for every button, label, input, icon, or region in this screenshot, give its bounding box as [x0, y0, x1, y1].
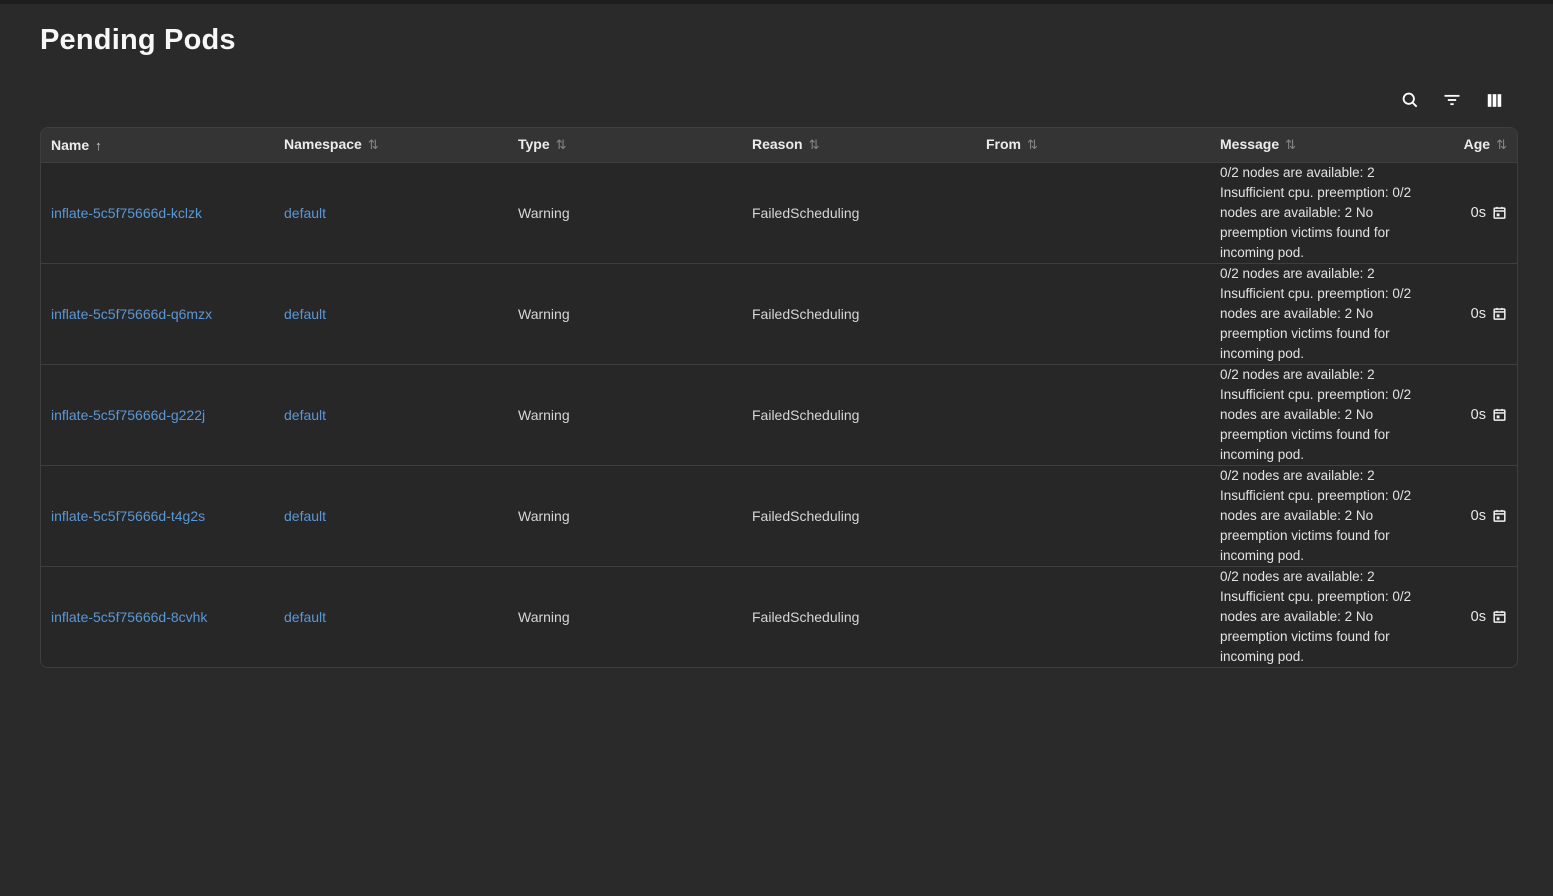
top-edge-strip [0, 0, 1553, 4]
message-cell: 0/2 nodes are available: 2 Insufficient … [1220, 466, 1430, 566]
filter-list-icon [1442, 90, 1462, 110]
calendar-icon [1492, 205, 1507, 220]
namespace-link[interactable]: default [284, 205, 326, 221]
age-cell-wrap: 0s [1450, 508, 1507, 524]
type-cell: Warning [518, 306, 570, 322]
reason-cell: FailedScheduling [752, 407, 859, 423]
table-header-row: Name ↑ Namespace ⇅ Type ⇅ Reason ⇅ From ⇅ Mes… [41, 128, 1518, 162]
search-button[interactable] [1396, 87, 1424, 113]
namespace-link[interactable]: default [284, 306, 326, 322]
type-cell: Warning [518, 205, 570, 221]
column-header-message[interactable]: Message ⇅ [1210, 128, 1440, 162]
namespace-link[interactable]: default [284, 407, 326, 423]
pod-name-link[interactable]: inflate-5c5f75666d-8cvhk [51, 609, 207, 625]
namespace-link[interactable]: default [284, 508, 326, 524]
table-toolbar [40, 87, 1518, 113]
sort-arrows-icon[interactable]: ⇅ [1285, 137, 1296, 153]
reason-cell: FailedScheduling [752, 306, 859, 322]
sort-arrows-icon[interactable]: ⇅ [1496, 137, 1507, 153]
sort-arrows-icon[interactable]: ⇅ [809, 137, 820, 153]
age-cell: 0s [1471, 306, 1486, 322]
age-cell: 0s [1471, 407, 1486, 423]
reason-cell: FailedScheduling [752, 609, 859, 625]
message-cell: 0/2 nodes are available: 2 Insufficient … [1220, 163, 1430, 263]
calendar-icon [1492, 508, 1507, 523]
type-cell: Warning [518, 407, 570, 423]
calendar-icon [1492, 306, 1507, 321]
table-row[interactable]: inflate-5c5f75666d-t4g2s default Warning… [41, 465, 1518, 566]
age-cell: 0s [1471, 508, 1486, 524]
column-header-label: Reason [752, 136, 803, 152]
pending-pods-table: Name ↑ Namespace ⇅ Type ⇅ Reason ⇅ From ⇅ Mes… [40, 127, 1518, 668]
column-header-label: Namespace [284, 136, 362, 152]
message-cell: 0/2 nodes are available: 2 Insufficient … [1220, 567, 1430, 667]
column-header-label: From [986, 136, 1021, 152]
message-cell: 0/2 nodes are available: 2 Insufficient … [1220, 365, 1430, 465]
column-header-label: Name [51, 137, 89, 153]
columns-button[interactable] [1480, 87, 1508, 113]
table-row[interactable]: inflate-5c5f75666d-g222j default Warning… [41, 364, 1518, 465]
sort-arrows-icon[interactable]: ⇅ [368, 137, 379, 153]
pod-name-link[interactable]: inflate-5c5f75666d-g222j [51, 407, 205, 423]
age-cell-wrap: 0s [1450, 609, 1507, 625]
type-cell: Warning [518, 508, 570, 524]
table-row[interactable]: inflate-5c5f75666d-q6mzx default Warning… [41, 263, 1518, 364]
column-header-reason[interactable]: Reason ⇅ [742, 128, 976, 162]
pod-name-link[interactable]: inflate-5c5f75666d-kclzk [51, 205, 202, 221]
age-cell-wrap: 0s [1450, 407, 1507, 423]
calendar-icon [1492, 407, 1507, 422]
namespace-link[interactable]: default [284, 609, 326, 625]
table-row[interactable]: inflate-5c5f75666d-kclzk default Warning… [41, 162, 1518, 263]
page-title: Pending Pods [40, 24, 1518, 57]
sort-arrows-icon[interactable]: ⇅ [1027, 137, 1038, 153]
filter-button[interactable] [1438, 87, 1466, 113]
table-row[interactable]: inflate-5c5f75666d-8cvhk default Warning… [41, 566, 1518, 667]
column-header-label: Message [1220, 136, 1279, 152]
column-header-age[interactable]: Age ⇅ [1440, 128, 1518, 162]
column-header-label: Type [518, 136, 550, 152]
reason-cell: FailedScheduling [752, 508, 859, 524]
age-cell: 0s [1471, 205, 1486, 221]
view-columns-icon [1485, 91, 1504, 110]
age-cell: 0s [1471, 609, 1486, 625]
events-table: Name ↑ Namespace ⇅ Type ⇅ Reason ⇅ From ⇅ Mes… [41, 128, 1518, 667]
sort-arrows-icon[interactable]: ⇅ [556, 137, 567, 153]
message-cell: 0/2 nodes are available: 2 Insufficient … [1220, 264, 1430, 364]
column-header-name[interactable]: Name ↑ [41, 128, 274, 162]
type-cell: Warning [518, 609, 570, 625]
age-cell-wrap: 0s [1450, 205, 1507, 221]
column-header-type[interactable]: Type ⇅ [508, 128, 742, 162]
column-header-from[interactable]: From ⇅ [976, 128, 1210, 162]
pod-name-link[interactable]: inflate-5c5f75666d-t4g2s [51, 508, 205, 524]
age-cell-wrap: 0s [1450, 306, 1507, 322]
reason-cell: FailedScheduling [752, 205, 859, 221]
search-icon [1400, 90, 1420, 110]
pending-pods-page: Pending Pods [0, 24, 1553, 668]
column-header-namespace[interactable]: Namespace ⇅ [274, 128, 508, 162]
table-body: inflate-5c5f75666d-kclzk default Warning… [41, 162, 1518, 667]
column-header-label: Age [1464, 136, 1490, 152]
calendar-icon [1492, 609, 1507, 624]
pod-name-link[interactable]: inflate-5c5f75666d-q6mzx [51, 306, 212, 322]
sort-ascending-icon[interactable]: ↑ [95, 138, 102, 153]
